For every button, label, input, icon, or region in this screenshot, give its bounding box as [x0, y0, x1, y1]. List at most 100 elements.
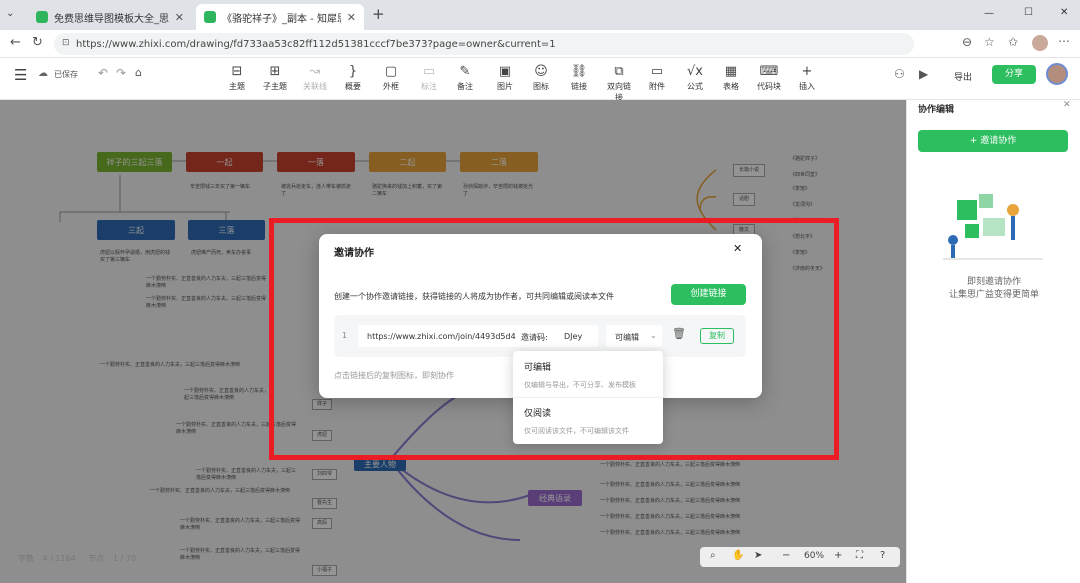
- highlight-frame: [269, 218, 839, 460]
- toolbar-label: 链接: [571, 82, 587, 91]
- url-text: https://www.zhixi.com/drawing/fd733aa53c…: [76, 38, 556, 50]
- address-bar-row: ← ↻ ⊡ https://www.zhixi.com/drawing/fd73…: [0, 30, 1080, 58]
- format-painter-icon[interactable]: ⌂: [135, 66, 142, 79]
- back-icon[interactable]: ←: [10, 35, 21, 50]
- toolbar-note-button[interactable]: ✎ 备注: [450, 64, 480, 92]
- toolbar-relation-button[interactable]: ↝ 关联线: [300, 64, 330, 92]
- link-icon: ⛓: [570, 64, 588, 79]
- zoom-out-icon[interactable]: −: [782, 550, 790, 561]
- toolbar-label: 公式: [687, 82, 703, 91]
- new-tab-button[interactable]: +: [372, 5, 385, 23]
- toolbar-insert-button[interactable]: + 插入: [792, 64, 822, 92]
- toolbar-label: 标注: [421, 82, 437, 91]
- user-icon[interactable]: ⚇: [894, 67, 905, 81]
- subtopic-icon: ⊞: [269, 64, 281, 79]
- toolbar-label: 子主题: [263, 82, 287, 91]
- toolbar-frame-button[interactable]: ▢ 外框: [376, 64, 406, 92]
- relation-icon: ↝: [309, 64, 321, 79]
- side-panel-title: 协作编辑: [918, 105, 955, 115]
- zoom-level: 60%: [804, 551, 825, 561]
- toolbar-emoji-button[interactable]: ☺ 图标: [526, 64, 556, 92]
- menu-icon[interactable]: ☰: [14, 66, 27, 84]
- insert-icon: +: [801, 64, 813, 79]
- more-icon[interactable]: ⋯: [1058, 34, 1070, 48]
- tab-title: 免费思维导图模板大全_思维导图演示: [54, 13, 169, 25]
- frame-icon: ▢: [384, 64, 398, 79]
- toolbar-link-button[interactable]: ⛓ 链接: [564, 64, 594, 92]
- cloud-icon: ☁: [38, 68, 48, 79]
- toolbar-image-button[interactable]: ▣ 图片: [490, 64, 520, 92]
- lock-icon: ⊡: [62, 38, 70, 48]
- hand-icon[interactable]: ✋: [732, 550, 744, 561]
- toolbar-label: 附件: [649, 82, 665, 91]
- zhixi-favicon-icon: [204, 11, 216, 23]
- invite-collab-button[interactable]: + 邀请协作: [918, 130, 1068, 152]
- close-tab-icon[interactable]: ✕: [347, 11, 356, 24]
- toolbar-topic-button[interactable]: ⊟ 主题: [222, 64, 252, 92]
- toolbar-code-button[interactable]: ⌨ 代码块: [754, 64, 784, 92]
- close-window-button[interactable]: ✕: [1060, 7, 1068, 18]
- toolbar-table-button[interactable]: ▦ 表格: [716, 64, 746, 92]
- tab-title: 《骆驼祥子》_副本 - 知犀思维导图: [222, 13, 341, 25]
- side-caption-1: 即刻邀请协作: [966, 277, 1021, 287]
- collab-illustration: [943, 194, 1043, 260]
- close-tab-icon[interactable]: ✕: [175, 11, 184, 24]
- url-field[interactable]: ⊡ https://www.zhixi.com/drawing/fd733aa5…: [54, 33, 914, 55]
- favorites-bar-icon[interactable]: ✩: [1008, 35, 1018, 49]
- toolbar-summary-button[interactable]: } 概要: [338, 64, 368, 92]
- toolbar-label: 图片: [497, 82, 513, 91]
- favorite-icon[interactable]: ☆: [984, 35, 995, 49]
- toolbar-label: 图标: [533, 82, 549, 91]
- bilink-icon: ⧉: [614, 64, 624, 79]
- toolbar-label: 代码块: [757, 82, 781, 91]
- topic-icon: ⊟: [231, 64, 243, 79]
- side-caption-2: 让集思广益变得更简单: [948, 290, 1039, 300]
- share-button[interactable]: 分享: [992, 65, 1036, 84]
- export-button[interactable]: 导出: [954, 70, 972, 83]
- toolbar-attachment-button[interactable]: ▭ 附件: [642, 64, 672, 92]
- browser-tab-bar: ⌄ 免费思维导图模板大全_思维导图演示 ✕ 《骆驼祥子》_副本 - 知犀思维导图…: [0, 0, 1080, 30]
- zhixi-favicon-icon: [36, 11, 48, 23]
- note-icon: ✎: [459, 64, 471, 79]
- toolbar-formula-button[interactable]: √x 公式: [680, 64, 710, 92]
- tab-list-chevron-icon[interactable]: ⌄: [6, 8, 14, 19]
- fit-icon[interactable]: ⛶: [856, 550, 863, 561]
- formula-icon: √x: [687, 64, 703, 79]
- callout-icon: ▭: [422, 64, 436, 79]
- redo-icon[interactable]: ↷: [116, 66, 126, 80]
- side-panel-close-icon[interactable]: ✕: [1063, 100, 1071, 110]
- emoji-icon: ☺: [534, 64, 548, 79]
- node-count-label: 节点: [88, 554, 105, 563]
- toolbar-label: 插入: [799, 82, 815, 91]
- summary-icon: }: [348, 64, 358, 79]
- collab-side-panel: 协作编辑 ✕ + 邀请协作 即刻邀请协作 让集思广益变得更简单: [906, 100, 1080, 583]
- node-count: 1 / 70: [112, 554, 136, 563]
- maximize-button[interactable]: ☐: [1024, 7, 1033, 18]
- browser-tab-templates[interactable]: 免费思维导图模板大全_思维导图演示 ✕: [28, 4, 192, 30]
- word-count-label: 字数: [18, 554, 34, 563]
- browser-tab-mindmap[interactable]: 《骆驼祥子》_副本 - 知犀思维导图 ✕: [196, 4, 364, 30]
- minimize-button[interactable]: —: [984, 8, 994, 19]
- toolbar-subtopic-button[interactable]: ⊞ 子主题: [260, 64, 290, 92]
- zoom-in-icon[interactable]: +: [834, 550, 842, 561]
- toolbar-label: 外框: [383, 82, 399, 91]
- zoom-bar: ⌕ ✋ ➤ − 60% + ⛶ ?: [700, 547, 900, 567]
- reload-icon[interactable]: ↻: [32, 35, 43, 50]
- toolbar-bilink-button[interactable]: ⧉ 双向链接: [604, 64, 634, 103]
- app-toolbar: ☰ ☁ 已保存 ↶ ↷ ⌂ ⊟ 主题 ⊞ 子主题 ↝ 关联线} 概要 ▢ 外框 ▭ 标注 ✎ 备注 ▣ 图片…: [0, 58, 1080, 103]
- toolbar-callout-button[interactable]: ▭ 标注: [414, 64, 444, 92]
- user-avatar[interactable]: [1046, 63, 1068, 85]
- help-icon[interactable]: ?: [880, 550, 885, 561]
- zoom-icon[interactable]: ⊖: [962, 35, 972, 49]
- undo-icon[interactable]: ↶: [98, 66, 108, 80]
- table-icon: ▦: [724, 64, 738, 79]
- toolbar-label: 备注: [457, 82, 473, 91]
- toolbar-label: 主题: [229, 82, 245, 91]
- search-icon[interactable]: ⌕: [710, 550, 716, 561]
- code-icon: ⌨: [759, 64, 779, 79]
- profile-avatar[interactable]: [1032, 35, 1048, 51]
- word-count: 4 / 1164: [42, 554, 76, 563]
- attachment-icon: ▭: [650, 64, 664, 79]
- pointer-icon[interactable]: ➤: [754, 550, 762, 561]
- present-icon[interactable]: ▶: [919, 67, 928, 81]
